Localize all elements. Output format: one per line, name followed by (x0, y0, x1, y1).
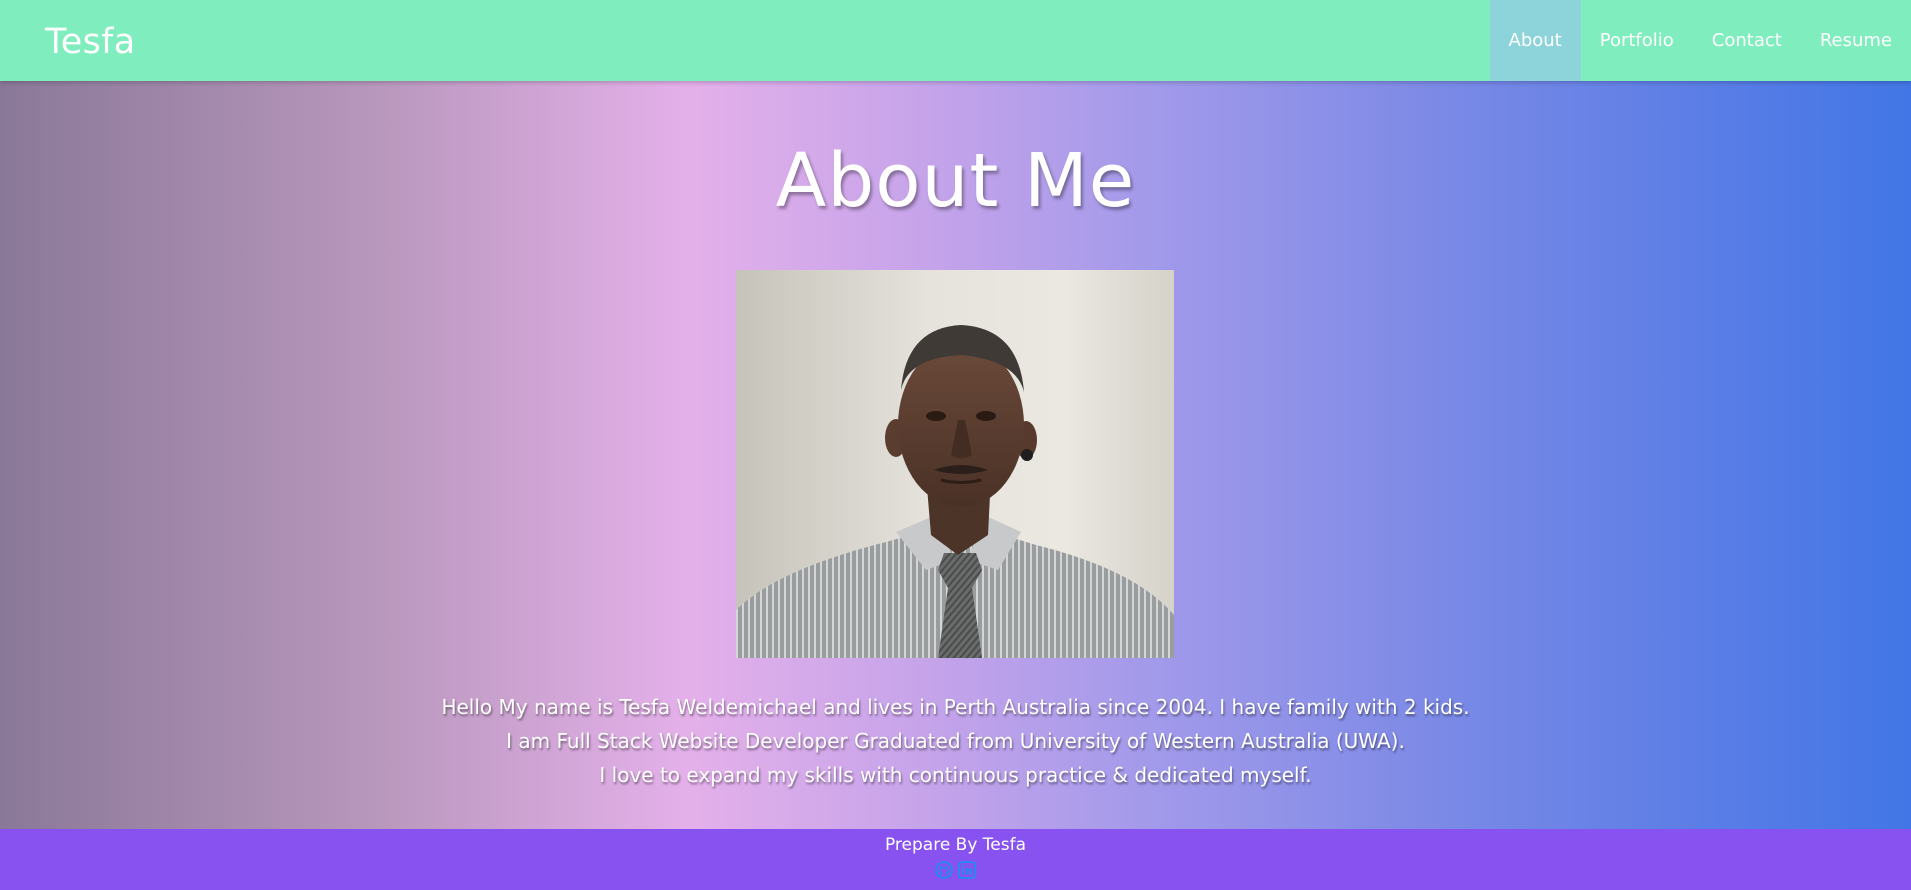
bio-line: I am Full Stack Website Developer Gradua… (506, 729, 1405, 753)
footer-social-icons (0, 861, 1911, 879)
nav-link-portfolio[interactable]: Portfolio (1581, 0, 1693, 81)
navbar: Tesfa About Portfolio Contact Resume (0, 0, 1911, 81)
footer-credit: Prepare By Tesfa (884, 835, 1027, 855)
nav-link-contact[interactable]: Contact (1693, 0, 1801, 81)
page-title: About Me (775, 138, 1136, 224)
footer: Prepare By Tesfa (0, 829, 1911, 890)
linkedin-icon[interactable] (958, 861, 976, 879)
nav-link-resume[interactable]: Resume (1801, 0, 1911, 81)
bio-line: Hello My name is Tesfa Weldemichael and … (441, 695, 1470, 719)
about-section: About Me Hello My name is Tesfa Weldemic… (0, 81, 1911, 829)
nav-link-about[interactable]: About (1489, 0, 1581, 81)
bio-text: Hello My name is Tesfa Weldemichael and … (0, 690, 1911, 792)
brand-logo[interactable]: Tesfa (45, 20, 135, 64)
profile-photo (736, 270, 1174, 658)
bio-line: I love to expand my skills with continuo… (599, 763, 1312, 787)
github-icon[interactable] (935, 861, 953, 879)
nav-links: About Portfolio Contact Resume (1489, 0, 1911, 81)
